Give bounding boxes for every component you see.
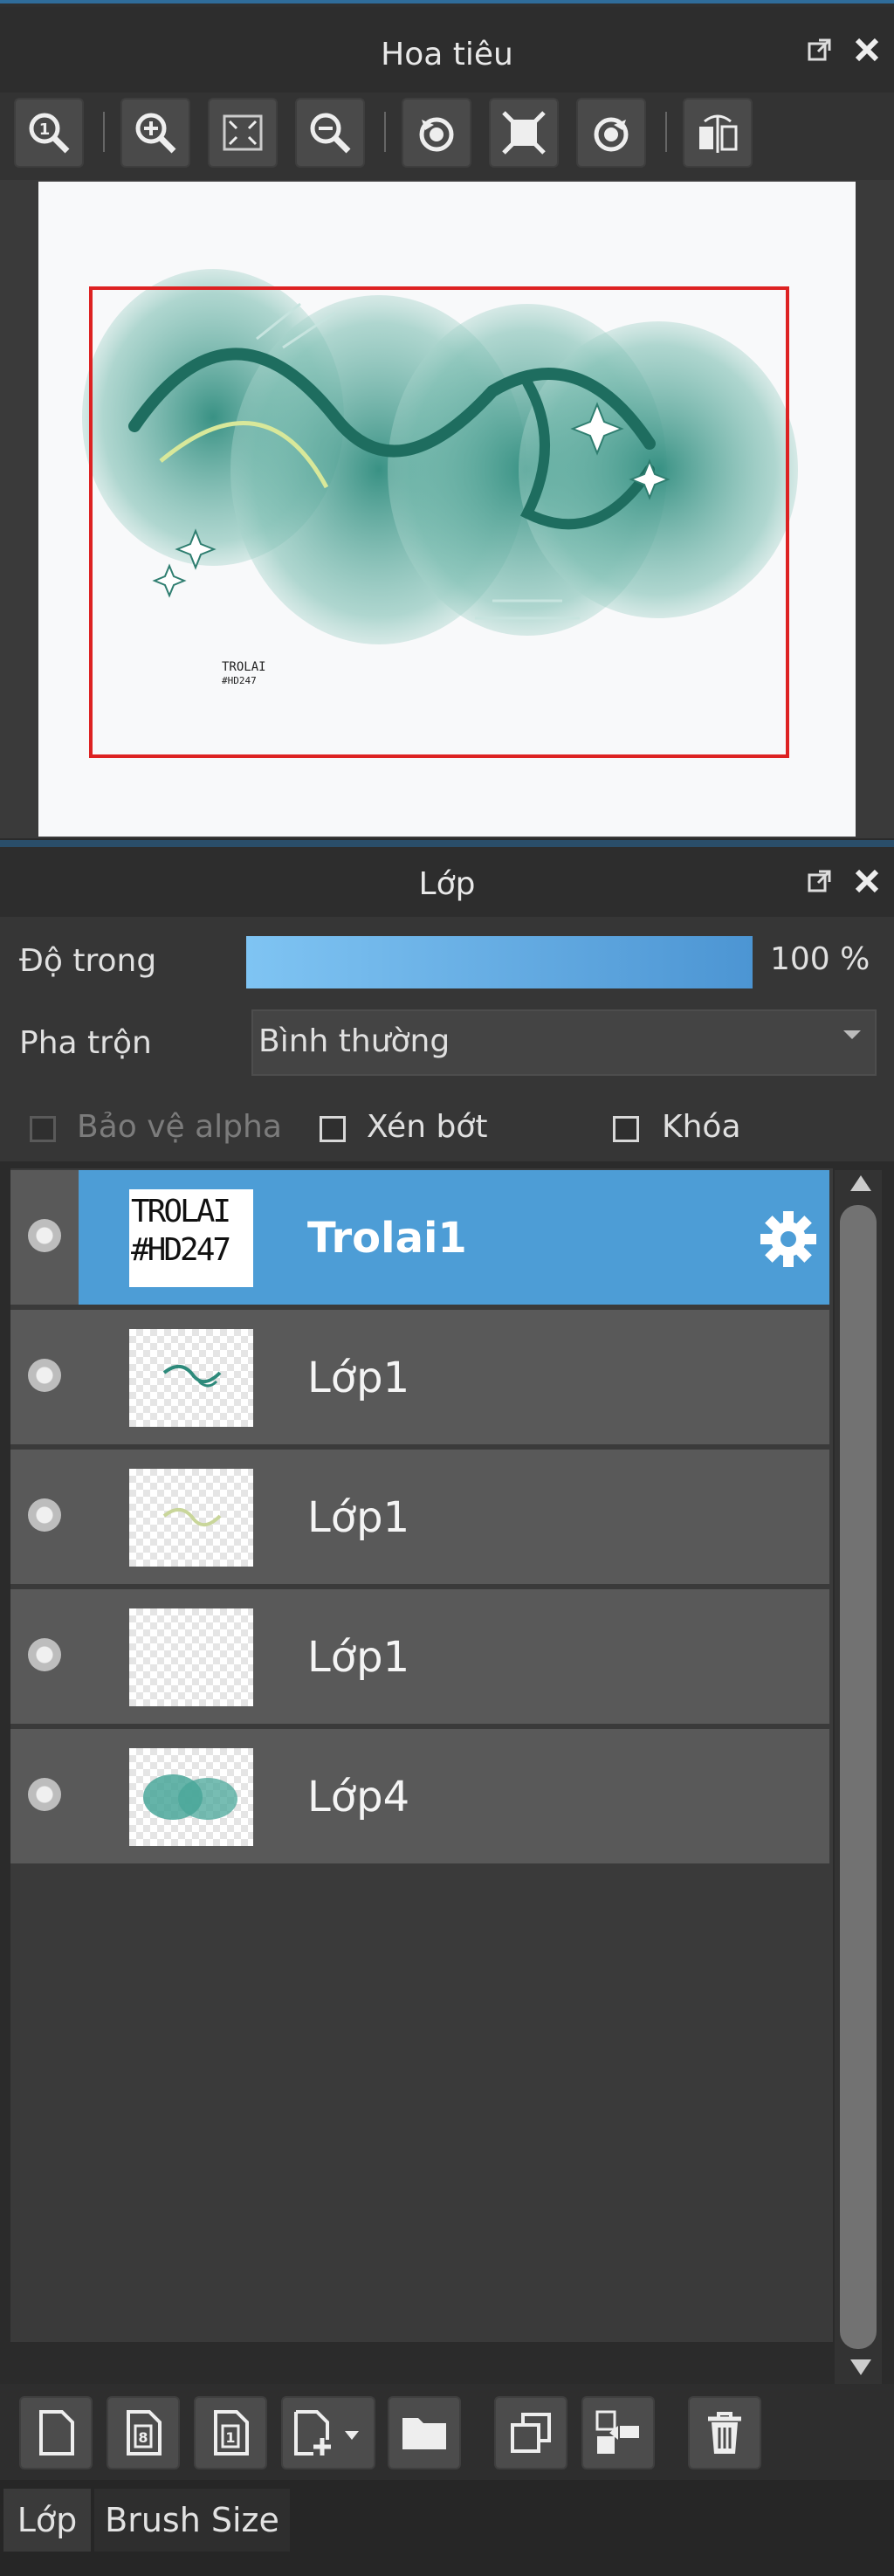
zoom-in-icon <box>135 113 176 154</box>
lock-checkbox[interactable] <box>613 1116 639 1142</box>
toolbar-separator <box>665 112 667 152</box>
zoom-actual-button[interactable]: 1 <box>14 98 84 168</box>
delete-layer-button[interactable] <box>688 2396 761 2469</box>
new-8bit-layer-icon: 8 <box>127 2410 162 2455</box>
layer-row-lop1-a[interactable]: Lớp1 <box>10 1310 829 1448</box>
layer-thumbnail: TROLAI #HD247 <box>129 1189 253 1287</box>
add-layer-menu-button[interactable] <box>281 2396 375 2469</box>
layer-thumbnail <box>129 1748 253 1846</box>
add-layer-menu-icon <box>294 2410 359 2455</box>
layer-row-lop4[interactable]: Lớp4 <box>10 1729 829 1867</box>
opacity-label: Độ trong <box>19 943 157 979</box>
close-icon[interactable] <box>852 35 882 65</box>
navigator-title: Hoa tiêu <box>381 37 513 72</box>
scrollbar-thumb[interactable] <box>840 1205 877 2349</box>
visibility-eye-icon[interactable] <box>28 1778 61 1811</box>
reset-view-button[interactable] <box>489 98 559 168</box>
layer-name: Lớp4 <box>307 1773 410 1822</box>
thumb-text-1: TROLAI <box>131 1194 231 1229</box>
scroll-up-icon[interactable] <box>850 1175 871 1191</box>
gear-icon[interactable] <box>758 1209 819 1270</box>
flip-horizontal-button[interactable] <box>683 98 753 168</box>
zoom-in-button[interactable] <box>120 98 190 168</box>
zoom-actual-icon: 1 <box>29 113 70 154</box>
thumbnail-art <box>143 1774 237 1820</box>
rotate-right-button[interactable] <box>576 98 646 168</box>
fit-screen-icon <box>223 114 263 151</box>
rotate-right-icon <box>594 117 629 152</box>
navigator-canvas[interactable]: TROLAI #HD247 <box>38 182 856 837</box>
svg-text:1: 1 <box>39 121 51 139</box>
rotate-left-icon <box>419 117 454 152</box>
layer-row-lop1-b[interactable]: Lớp1 <box>10 1450 829 1588</box>
protect-alpha-checkbox[interactable] <box>30 1116 56 1142</box>
new-1bit-layer-button[interactable]: 1 <box>194 2396 267 2469</box>
layer-thumbnail <box>129 1469 253 1567</box>
tab-brush-size[interactable]: Brush Size <box>94 2489 290 2552</box>
new-layer-icon <box>39 2410 74 2455</box>
new-folder-button[interactable] <box>388 2396 461 2469</box>
thumb-text-2: #HD247 <box>131 1232 231 1268</box>
layer-panel-title-icons <box>805 866 882 896</box>
scroll-down-icon[interactable] <box>850 2359 871 2375</box>
duplicate-layer-icon <box>511 2413 551 2453</box>
popout-icon[interactable] <box>805 35 835 65</box>
merge-down-icon <box>595 2410 639 2454</box>
lock-label: Khóa <box>662 1109 741 1145</box>
chevron-down-icon <box>843 1030 861 1039</box>
layer-name: Lớp1 <box>307 1633 410 1682</box>
visibility-eye-icon[interactable] <box>28 1219 61 1252</box>
opacity-slider[interactable] <box>246 936 753 988</box>
close-icon[interactable] <box>852 866 882 896</box>
layer-name: Lớp1 <box>307 1353 410 1402</box>
thumbnail-art <box>162 1365 222 1388</box>
visibility-eye-icon[interactable] <box>28 1638 61 1671</box>
fit-screen-button[interactable] <box>208 98 278 168</box>
layer-thumbnail <box>129 1329 253 1427</box>
layer-panel-title: Lớp <box>418 866 476 902</box>
toolbar-separator <box>103 112 105 152</box>
thumbnail-art <box>162 1508 222 1526</box>
layer-row-lop1-c[interactable]: Lớp1 <box>10 1589 829 1727</box>
protect-alpha-label: Bảo vệ alpha <box>77 1109 282 1145</box>
rotate-left-button[interactable] <box>402 98 471 168</box>
svg-text:1: 1 <box>225 2429 235 2446</box>
clipping-label: Xén bớt <box>367 1109 488 1145</box>
layer-row-trolai1[interactable]: TROLAI #HD247 Trolai1 <box>10 1170 829 1308</box>
duplicate-layer-button[interactable] <box>494 2396 567 2469</box>
zoom-out-button[interactable] <box>295 98 365 168</box>
svg-text:8: 8 <box>138 2429 148 2446</box>
new-1bit-layer-icon: 1 <box>214 2410 249 2455</box>
folder-icon <box>402 2418 446 2449</box>
clipping-checkbox[interactable] <box>320 1116 346 1142</box>
delete-layer-icon <box>708 2412 741 2454</box>
panel-divider[interactable] <box>0 840 894 847</box>
visibility-eye-icon[interactable] <box>28 1359 61 1392</box>
layer-name: Lớp1 <box>307 1493 410 1542</box>
visibility-eye-icon[interactable] <box>28 1498 61 1532</box>
tab-layer[interactable]: Lớp <box>3 2489 91 2552</box>
navigator-view-rectangle[interactable] <box>89 286 789 758</box>
toolbar-separator <box>384 112 386 152</box>
opacity-value: 100 % <box>770 941 870 977</box>
new-8bit-layer-button[interactable]: 8 <box>107 2396 180 2469</box>
flip-horizontal-icon <box>699 114 738 153</box>
navigator-title-icons <box>805 35 882 65</box>
popout-icon[interactable] <box>805 866 835 896</box>
blend-mode-value: Bình thường <box>258 1023 450 1059</box>
merge-down-button[interactable] <box>581 2396 655 2469</box>
reset-view-icon <box>502 111 546 155</box>
layer-name: Trolai1 <box>307 1214 467 1263</box>
layer-thumbnail <box>129 1608 253 1706</box>
blend-label: Pha trộn <box>19 1025 152 1061</box>
new-layer-button[interactable] <box>19 2396 93 2469</box>
zoom-out-icon <box>310 113 351 154</box>
